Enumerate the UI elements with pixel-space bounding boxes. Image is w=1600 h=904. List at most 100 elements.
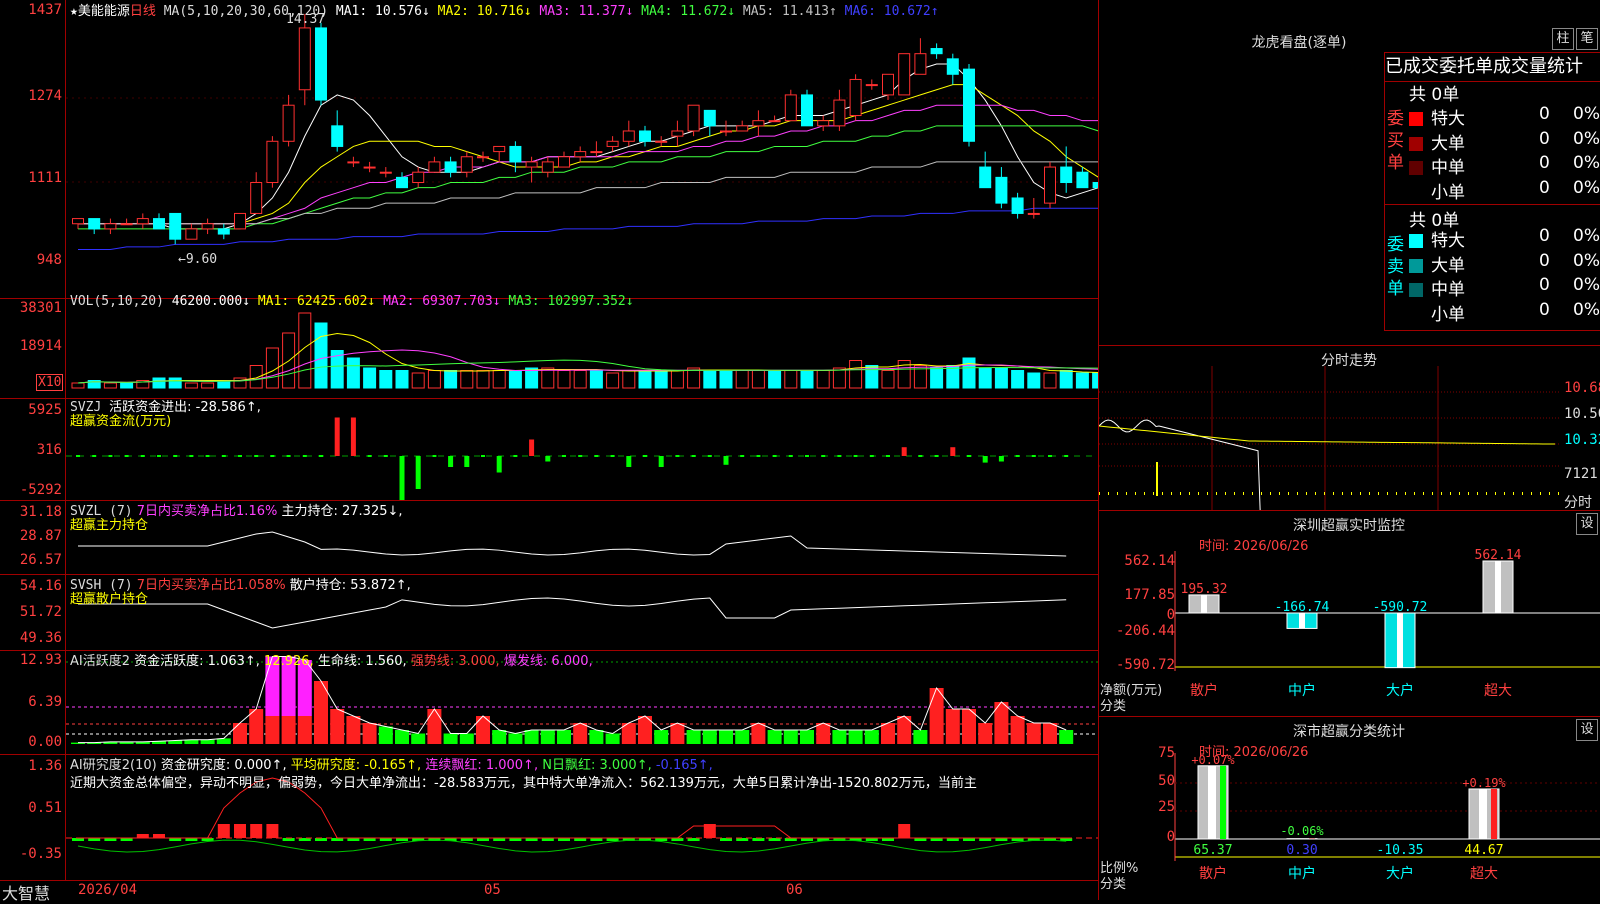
legend-item: MA3: 102997.352↓ xyxy=(501,294,634,309)
flow-tick xyxy=(287,455,291,457)
research-bar xyxy=(153,834,165,838)
order-category: 特大 xyxy=(1431,109,1465,129)
retail-holding-line xyxy=(78,598,1066,628)
y-axis-label: -0.35 xyxy=(2,846,62,862)
activity-bar xyxy=(849,730,863,744)
ai-activity-panel[interactable]: AI活跃度2 资金活跃度: 1.063↑, 12.926, 生命线: 1.560… xyxy=(0,650,1098,755)
intraday-volume-bar xyxy=(1261,492,1262,495)
bar-mode-button[interactable]: 柱 xyxy=(1552,28,1574,50)
flow-bar xyxy=(400,456,405,500)
activity-bar xyxy=(363,723,377,744)
bar-value-label: 65.37 xyxy=(1193,843,1232,858)
ma-line xyxy=(78,105,1098,224)
svsh-subtitle: 超赢散户持仓 xyxy=(70,588,148,607)
activity-bar xyxy=(233,723,247,744)
sell-orders-box: 委卖单 共 0单 特大00%大单00%中单00%小单00% xyxy=(1384,204,1600,331)
volume-chart[interactable] xyxy=(0,298,1098,398)
category-label: 超大 xyxy=(1484,683,1512,699)
intraday-volume-bar xyxy=(1378,492,1379,495)
stock-name[interactable]: 美能能源 xyxy=(78,4,130,19)
activity-bar xyxy=(395,730,409,744)
flow-bar xyxy=(724,456,729,465)
category-label: 散户 xyxy=(1199,865,1227,882)
flow-bar xyxy=(659,456,664,467)
activity-bar xyxy=(881,723,895,744)
volume-bar xyxy=(169,378,181,388)
flow-tick xyxy=(125,455,129,457)
volume-bar xyxy=(704,371,716,389)
candle-body xyxy=(526,162,537,167)
flow-bar xyxy=(448,456,453,467)
ai-activity-value2: 12.926, xyxy=(264,654,314,669)
flow-bar xyxy=(416,456,421,489)
volume-ma-line xyxy=(78,360,1098,383)
order-count: 0 xyxy=(1539,275,1550,295)
intraday-panel[interactable]: 分时走势 10.6810.5010.327121 分时 xyxy=(1099,346,1600,511)
kline-panel[interactable]: ★美能能源日线 MA(5,10,20,30,60,120) MA1: 10.57… xyxy=(0,0,1098,299)
sz-classify-panel[interactable]: 深市超赢分类统计 设 时间: 2026/06/26 +0.07%65.37散户-… xyxy=(1099,717,1600,900)
candle-body xyxy=(73,219,84,224)
intraday-volume-bar xyxy=(1504,492,1505,495)
candle-body xyxy=(1061,167,1072,182)
candle-body xyxy=(413,172,424,182)
flow-tick xyxy=(611,455,615,457)
intraday-volume-bar xyxy=(1144,492,1145,495)
svzj-panel[interactable]: SVZJ 活跃资金进出: -28.586↑, 超赢资金流(万元) 5925316… xyxy=(0,398,1098,501)
lhkp-title: 龙虎看盘(逐单) xyxy=(1199,32,1399,52)
intraday-volume-bar xyxy=(1306,492,1307,495)
flow-tick xyxy=(935,455,939,457)
activity-bar xyxy=(800,730,814,744)
flow-bar xyxy=(335,418,340,457)
intraday-volume-bar xyxy=(1270,492,1271,495)
intraday-chart[interactable] xyxy=(1099,346,1600,510)
volume-panel[interactable]: VOL(5,10,20) 46200.000↓ MA1: 62425.602↓ … xyxy=(0,298,1098,399)
count-mode-button[interactable]: 笔 xyxy=(1576,28,1598,50)
order-count: 0 xyxy=(1539,251,1550,271)
flow-tick xyxy=(481,455,485,457)
order-category: 小单 xyxy=(1431,183,1465,203)
y-axis-divider xyxy=(65,0,66,880)
research-bar xyxy=(234,824,246,838)
volume-ma-line xyxy=(78,334,1098,384)
activity-bar xyxy=(1027,723,1041,744)
svsh-panel[interactable]: SVSH (7) 7日内买卖净占比1.058% 散户持仓: 53.872↑, 超… xyxy=(0,574,1098,651)
flow-tick xyxy=(821,455,825,457)
y-axis-label: 75 xyxy=(1103,745,1175,761)
svzl-ratio: 7日内买卖净占比1.16% xyxy=(137,504,278,519)
favorite-star-icon[interactable]: ★ xyxy=(70,4,78,19)
order-row: 大单00% xyxy=(1409,251,1599,273)
order-color-swatch xyxy=(1409,283,1423,297)
flow-tick xyxy=(675,455,679,457)
kline-chart[interactable] xyxy=(0,0,1098,298)
order-category: 中单 xyxy=(1431,158,1465,178)
volume-bar xyxy=(1028,373,1040,388)
activity-bar xyxy=(1011,716,1025,744)
candle-body xyxy=(883,74,894,95)
candle-body xyxy=(478,157,489,158)
candle-body xyxy=(559,157,570,167)
intraday-volume-bar xyxy=(1468,492,1469,495)
svzl-holding: 主力持仓: 27.325↓, xyxy=(281,504,402,519)
y-axis-label: 10.68 xyxy=(1564,380,1600,396)
intraday-volume-bar xyxy=(1198,492,1199,495)
order-count: 0 xyxy=(1539,153,1550,173)
intraday-price-line xyxy=(1099,420,1558,510)
svzj-subtitle: 超赢资金流(万元) xyxy=(70,410,171,429)
legend-item: MA2: 10.716↓ xyxy=(430,4,532,19)
volume-bar xyxy=(396,371,408,389)
intraday-volume-bar xyxy=(1207,492,1208,495)
volume-bar xyxy=(315,323,327,388)
svzl-panel[interactable]: SVZL (7) 7日内买卖净占比1.16% 主力持仓: 27.325↓, 超赢… xyxy=(0,500,1098,575)
volume-bar xyxy=(574,371,586,389)
period-label[interactable]: 日线 xyxy=(130,4,156,19)
activity-bar xyxy=(201,740,215,744)
sz-realtime-panel[interactable]: 深圳超赢实时监控 设 时间: 2026/06/26 195.32散户-166.7… xyxy=(1099,511,1600,717)
volume-ma-values: MA1: 62425.602↓ MA2: 69307.703↓ MA3: 102… xyxy=(258,294,634,309)
net-amount-bar-highlight xyxy=(1397,613,1403,668)
volume-unit-badge[interactable]: X10 xyxy=(36,374,63,391)
flow-tick xyxy=(740,455,744,457)
ai-research-panel[interactable]: AI研究度2(10) 资金研究度: 0.000↑, 平均研究度: -0.165↑… xyxy=(0,754,1098,881)
volume-bar xyxy=(801,371,813,389)
intraday-volume-bar xyxy=(1351,492,1352,495)
order-color-swatch xyxy=(1409,161,1423,175)
